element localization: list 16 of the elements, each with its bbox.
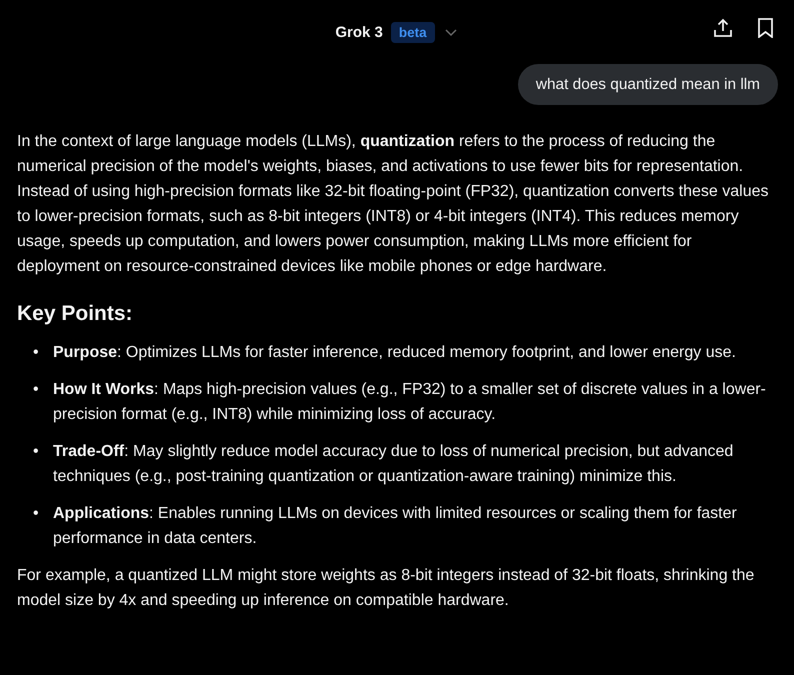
bullet-marker: • [33,343,40,363]
bullet-point: Purpose: Optimizes LLMs for faster inference, reduced memory footprint, and lower energy use. [53,343,736,363]
bullet-point: Trade-Off: May slightly reduce model accuracy due to loss of numerical precision, but advanced techniques (e.g., post-training quantization or quantization-aware training) minimize this. [53,442,734,487]
bullet-point: Applications: Enables running LLMs on devices with limited resources or scaling them for faster performance in data centers. [53,504,738,549]
user-message: what does quantized mean in llm [518,64,778,105]
bullet-marker: • [33,504,40,524]
bullet-marker: • [33,442,40,462]
share-icon[interactable] [713,18,733,38]
beta-badge: beta [390,22,435,42]
bookmark-icon[interactable] [757,18,774,38]
bullet-marker: • [33,380,40,400]
section-heading: Key Points: [17,301,134,326]
model-name: Grok 3 [335,22,383,42]
answer-paragraph: For example, a quantized LLM might store weights as 8-bit integers instead of 32-bit floats, shrinking the model size by 4x and speeding up inference on compatible hardware. [17,566,756,611]
answer-paragraph: In the context of large language models (LLMs), quantization refers to the process of reducing the numerical precision of the model's weights, biases, and activations to use fewer bits for representation. Instead of using high-precision formats like 32-bit floating-point (FP32), quantization converts these values to lower-precision formats, such as 8-bit integers (INT8) or 4-bit integers (INT4). This reduces memory usage, speeds up computation, and lowers power consumption, making LLMs more efficient for deployment on resource-constrained devices like mobile phones or edge hardware. [17,132,770,277]
bullet-point: How It Works: Maps high-precision values (e.g., FP32) to a smaller set of discrete values in a lower-precision format (e.g., INT8) while minimizing loss of accuracy. [53,380,767,425]
